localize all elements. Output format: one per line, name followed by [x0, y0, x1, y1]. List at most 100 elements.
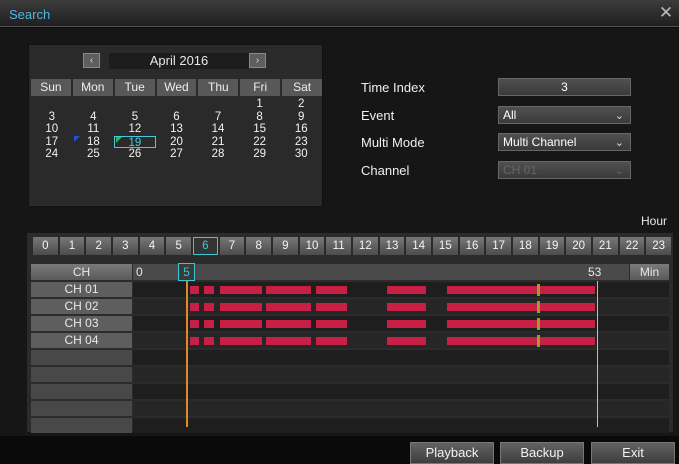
empty-channel-slot	[31, 401, 132, 416]
channel-timeline-track[interactable]	[133, 367, 669, 382]
recording-segment	[316, 337, 347, 345]
calendar-day[interactable]: 16	[280, 123, 322, 136]
calendar-day[interactable]: 28	[197, 148, 239, 161]
calendar-day[interactable]: 29	[239, 148, 281, 161]
calendar-empty-cell	[197, 98, 239, 111]
calendar-empty-cell	[156, 98, 198, 111]
recording-segment	[447, 303, 595, 311]
calendar-day[interactable]: 9	[280, 111, 322, 124]
calendar-day[interactable]: 25	[73, 148, 115, 161]
calendar-day[interactable]: 27	[156, 148, 198, 161]
hour-button-17[interactable]: 17	[486, 237, 511, 255]
calendar-day[interactable]: 3	[31, 111, 73, 124]
calendar-day[interactable]: 13	[156, 123, 198, 136]
channel-label[interactable]: CH 01	[31, 282, 132, 297]
hour-button-21[interactable]: 21	[592, 237, 618, 255]
hour-button-5[interactable]: 5	[166, 237, 191, 255]
calendar-empty-cell	[114, 98, 156, 111]
hour-button-14[interactable]: 14	[406, 237, 431, 255]
event-select[interactable]: All ⌄	[498, 106, 631, 124]
calendar-day[interactable]: 22	[239, 136, 281, 149]
min-button[interactable]: Min	[630, 264, 669, 280]
hour-button-20[interactable]: 20	[566, 237, 591, 255]
hour-button-9[interactable]: 9	[272, 237, 298, 255]
channel-timeline-track[interactable]	[133, 401, 669, 416]
calendar-day[interactable]: 5	[114, 111, 156, 124]
calendar-day[interactable]: 20	[156, 136, 198, 149]
close-icon[interactable]: ✕	[657, 4, 675, 22]
recording-segment	[447, 337, 595, 345]
calendar-day[interactable]: 30	[280, 148, 322, 161]
hour-button-16[interactable]: 16	[459, 237, 485, 255]
timeline-cursor[interactable]	[186, 281, 188, 427]
channel-timeline-track[interactable]	[133, 316, 669, 331]
minute-scrollbar[interactable]	[133, 264, 629, 280]
hour-selector: 0 1 2 3 4 5 6 7 8 9 10 11 12 13 14 15 16 17 18 19 20 21 22 23	[33, 237, 671, 255]
hour-button-11[interactable]: 11	[326, 237, 351, 255]
chevron-right-icon[interactable]: ›	[249, 53, 266, 68]
calendar-day[interactable]: 12	[114, 123, 156, 136]
hour-button-0[interactable]: 0	[33, 237, 58, 255]
recording-segment	[447, 320, 595, 328]
channel-timeline-track[interactable]	[133, 282, 669, 297]
hour-button-3[interactable]: 3	[112, 237, 138, 255]
calendar-day[interactable]: 4	[73, 111, 115, 124]
hour-button-15[interactable]: 15	[432, 237, 458, 255]
weekday-label: Wed	[156, 79, 197, 96]
hour-button-8[interactable]: 8	[246, 237, 271, 255]
minute-current[interactable]: 5	[178, 263, 195, 281]
channel-timeline-track[interactable]	[133, 350, 669, 365]
calendar-day[interactable]: 1	[239, 98, 281, 111]
calendar-day[interactable]: 6	[156, 111, 198, 124]
hour-button-12[interactable]: 12	[352, 237, 378, 255]
multi-mode-value: Multi Channel	[503, 135, 577, 149]
hour-button-13[interactable]: 13	[379, 237, 405, 255]
channel-label[interactable]: CH 03	[31, 316, 132, 331]
multi-mode-select[interactable]: Multi Channel ⌄	[498, 133, 631, 151]
hour-button-6[interactable]: 6	[192, 237, 218, 255]
channel-timeline-track[interactable]	[133, 333, 669, 348]
time-index-field[interactable]: 3	[498, 78, 631, 96]
hour-button-22[interactable]: 22	[619, 237, 645, 255]
channel-label[interactable]: CH 04	[31, 333, 132, 348]
empty-channel-slot	[31, 384, 132, 399]
calendar-day[interactable]: 11	[73, 123, 115, 136]
hour-button-7[interactable]: 7	[219, 237, 245, 255]
calendar-day[interactable]: 23	[280, 136, 322, 149]
hour-button-1[interactable]: 1	[59, 237, 85, 255]
channel-timeline-track[interactable]	[133, 384, 669, 399]
chevron-left-icon[interactable]: ‹	[83, 53, 100, 68]
calendar-day[interactable]: 7	[197, 111, 239, 124]
hour-button-4[interactable]: 4	[139, 237, 165, 255]
hour-button-18[interactable]: 18	[512, 237, 538, 255]
calendar-day[interactable]: 26	[114, 148, 156, 161]
recording-segment	[220, 337, 262, 345]
playback-button[interactable]: Playback	[410, 442, 494, 464]
recording-segment	[220, 286, 262, 294]
calendar-day[interactable]: 14	[197, 123, 239, 136]
recording-segment	[204, 286, 214, 294]
recording-segment	[190, 337, 199, 345]
calendar-day[interactable]: 19	[114, 135, 156, 149]
channel-timeline-track[interactable]	[133, 418, 669, 433]
exit-button[interactable]: Exit	[591, 442, 675, 464]
calendar-day[interactable]: 10	[31, 123, 73, 136]
hour-button-2[interactable]: 2	[86, 237, 111, 255]
calendar-day[interactable]: 2	[280, 98, 322, 111]
hour-button-19[interactable]: 19	[539, 237, 565, 255]
hour-button-23[interactable]: 23	[646, 237, 671, 255]
recording-segment	[266, 320, 311, 328]
backup-button[interactable]: Backup	[500, 442, 584, 464]
hour-button-10[interactable]: 10	[299, 237, 325, 255]
calendar-day[interactable]: 18	[73, 135, 115, 149]
calendar-day[interactable]: 17	[31, 136, 73, 149]
weekday-label: Sun	[31, 79, 71, 96]
calendar-day[interactable]: 21	[197, 136, 239, 149]
recording-segment	[316, 303, 347, 311]
calendar-day[interactable]: 8	[239, 111, 281, 124]
calendar-day[interactable]: 15	[239, 123, 281, 136]
calendar-day[interactable]: 24	[31, 148, 73, 161]
channel-timeline-track[interactable]	[133, 299, 669, 314]
recording-segment	[220, 320, 262, 328]
channel-label[interactable]: CH 02	[31, 299, 132, 314]
